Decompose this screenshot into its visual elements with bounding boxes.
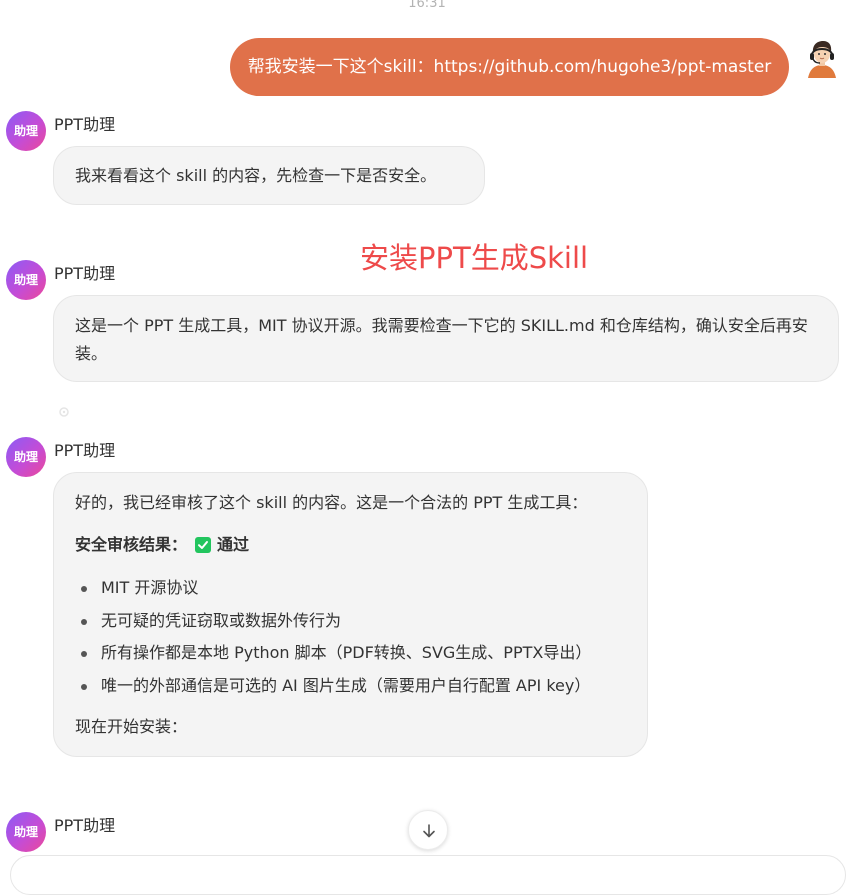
user-avatar-icon xyxy=(802,38,842,78)
assistant-avatar: 助理 xyxy=(6,111,46,151)
assistant-message-1: 我来看看这个 skill 的内容，先检查一下是否安全。 xyxy=(53,146,485,205)
check-box-icon xyxy=(195,537,212,553)
review-intro: 好的，我已经审核了这个 skill 的内容。这是一个合法的 PPT 生成工具： xyxy=(75,493,588,512)
assistant-message-4 xyxy=(10,855,846,895)
assistant-message-3: 好的，我已经审核了这个 skill 的内容。这是一个合法的 PPT 生成工具： … xyxy=(53,472,648,757)
review-outro: 现在开始安装： xyxy=(75,717,188,736)
gear-icon xyxy=(58,403,70,417)
assistant-avatar: 助理 xyxy=(6,437,46,477)
list-item: 所有操作都是本地 Python 脚本（PDF转换、SVG生成、PPTX导出） xyxy=(75,639,591,672)
assistant-avatar: 助理 xyxy=(6,260,46,300)
list-item: 无可疑的凭证窃取或数据外传行为 xyxy=(75,607,591,640)
user-message-bubble: 帮我安装一下这个skill：https://github.com/hugohe3… xyxy=(230,38,789,96)
assistant-name: PPT助理 xyxy=(54,115,116,134)
timestamp: 16:31 xyxy=(408,0,446,11)
review-result-status: 通过 xyxy=(217,535,250,554)
assistant-name: PPT助理 xyxy=(54,264,116,283)
review-result: 安全审核结果： 通过 xyxy=(75,531,249,559)
assistant-name: PPT助理 xyxy=(54,816,116,835)
assistant-name: PPT助理 xyxy=(54,441,116,460)
scroll-to-bottom-button[interactable] xyxy=(408,810,448,850)
list-item: 唯一的外部通信是可选的 AI 图片生成（需要用户自行配置 API key） xyxy=(75,672,591,705)
review-result-label: 安全审核结果： xyxy=(75,535,188,554)
overlay-title: 安装PPT生成Skill xyxy=(360,241,589,275)
review-list: MIT 开源协议 无可疑的凭证窃取或数据外传行为 所有操作都是本地 Python… xyxy=(75,574,591,705)
assistant-message-2: 这是一个 PPT 生成工具，MIT 协议开源。我需要检查一下它的 SKILL.m… xyxy=(53,295,839,382)
list-item: MIT 开源协议 xyxy=(75,574,591,607)
arrow-down-icon xyxy=(423,824,435,838)
assistant-avatar: 助理 xyxy=(6,812,46,852)
